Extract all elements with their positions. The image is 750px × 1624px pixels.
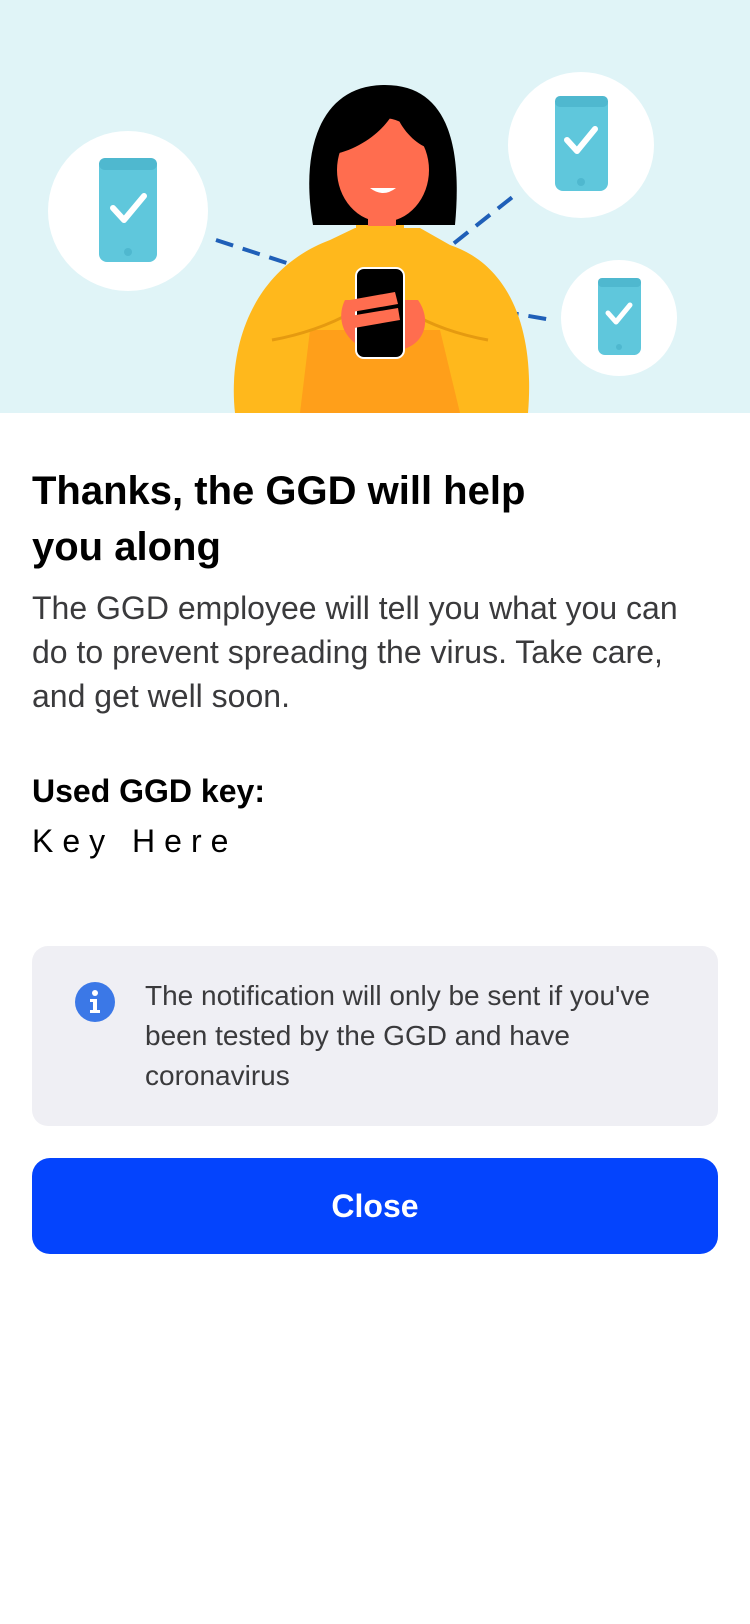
body-text: The GGD employee will tell you what you … xyxy=(32,590,678,714)
phone-check-icon xyxy=(508,72,654,218)
phone-check-icon xyxy=(48,131,208,291)
phone-check-icon xyxy=(561,260,677,376)
woman-with-phone-illustration xyxy=(48,72,677,413)
hero-illustration xyxy=(0,0,750,413)
info-icon xyxy=(75,982,115,1022)
key-value: Key Here xyxy=(32,823,238,859)
info-notice: The notification will only be sent if yo… xyxy=(32,946,718,1126)
key-label: Used GGD key: xyxy=(32,773,265,809)
close-button[interactable]: Close xyxy=(32,1158,718,1254)
notice-text: The notification will only be sent if yo… xyxy=(145,980,650,1091)
page-title: Thanks, the GGD will help you along xyxy=(32,469,526,569)
